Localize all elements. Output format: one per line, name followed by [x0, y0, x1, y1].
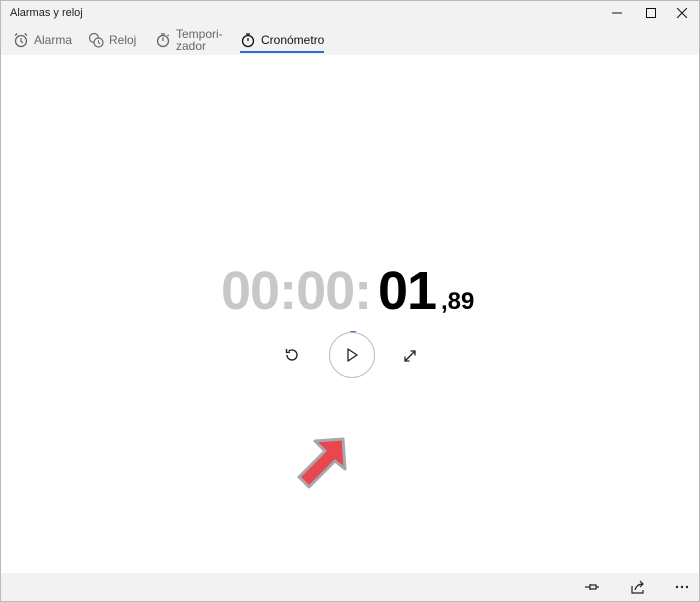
- share-button[interactable]: [629, 579, 647, 595]
- tab-label: Reloj: [109, 33, 137, 47]
- minimize-button[interactable]: [600, 1, 634, 25]
- elapsed-hours-minutes: 00:00:: [221, 261, 372, 321]
- tab-label: Cronómetro: [261, 33, 325, 47]
- title-bar: Alarmas y reloj: [1, 1, 699, 25]
- tab-temporizador[interactable]: Tempori- zador: [155, 25, 223, 55]
- tab-alarma[interactable]: Alarma: [13, 25, 72, 55]
- app-window: Alarmas y reloj Alarma Reloj Tempori- za…: [0, 0, 700, 602]
- window-title: Alarmas y reloj: [10, 7, 83, 19]
- maximize-icon: [646, 8, 656, 18]
- minimize-icon: [612, 12, 622, 14]
- timer-icon: [155, 32, 171, 48]
- pin-icon: [585, 584, 599, 590]
- alarm-icon: [13, 32, 29, 48]
- reset-icon: [285, 349, 298, 361]
- expand-icon: [404, 350, 416, 362]
- stopwatch-icon: [240, 32, 256, 48]
- tab-bar: Alarma Reloj Tempori- zador Cronómetro: [1, 25, 699, 55]
- pointer-arrow-annotation: [297, 437, 347, 489]
- more-icon: [675, 585, 689, 589]
- pin-button[interactable]: [583, 579, 601, 595]
- more-button[interactable]: [673, 579, 691, 595]
- tab-reloj[interactable]: Reloj: [88, 25, 136, 55]
- maximize-button[interactable]: [634, 1, 668, 25]
- close-icon: [677, 8, 687, 18]
- tab-label: Alarma: [34, 33, 73, 47]
- world-clock-icon: [88, 32, 104, 48]
- play-icon: [347, 348, 358, 362]
- tab-cronometro[interactable]: Cronómetro: [240, 25, 325, 55]
- stopwatch-panel: 00:00: 01 ,89: [1, 55, 699, 573]
- play-button[interactable]: [329, 332, 375, 378]
- tab-label: Tempori- zador: [176, 27, 223, 53]
- command-bar: [1, 573, 699, 601]
- elapsed-fraction: ,89: [441, 288, 475, 315]
- share-icon: [631, 580, 644, 594]
- active-tab-indicator: [240, 51, 325, 53]
- elapsed-seconds: 01: [378, 261, 437, 321]
- close-button[interactable]: [665, 1, 699, 25]
- expand-button[interactable]: [399, 345, 421, 367]
- reset-button[interactable]: [281, 344, 303, 366]
